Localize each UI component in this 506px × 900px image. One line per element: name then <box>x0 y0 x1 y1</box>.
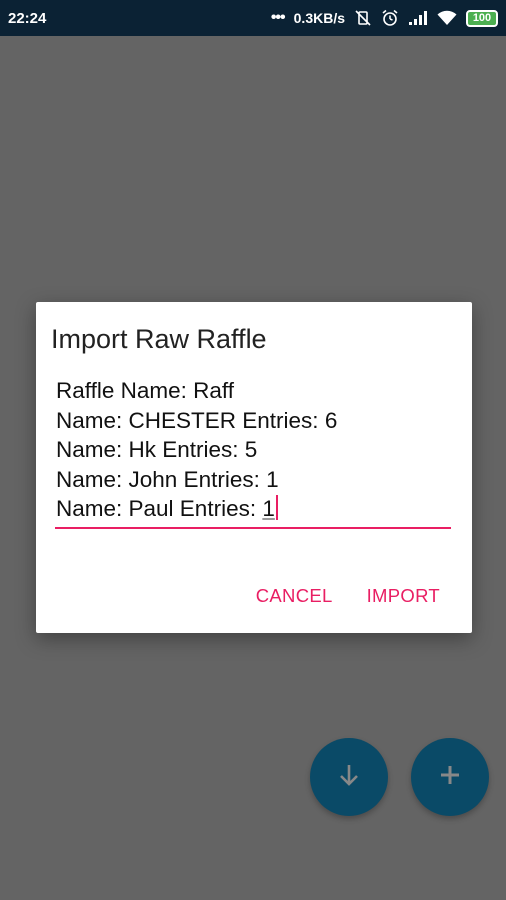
dialog-title: Import Raw Raffle <box>51 324 267 354</box>
arrow-down-icon <box>336 762 362 793</box>
text-cursor <box>275 495 278 520</box>
raffle-text-input[interactable]: Raffle Name: Raff Name: CHESTER Entries:… <box>56 376 452 524</box>
input-line: Raffle Name: Raff <box>56 378 235 403</box>
network-speed: 0.3KB/s <box>293 10 345 26</box>
alarm-icon <box>381 9 399 27</box>
import-button[interactable]: IMPORT <box>367 585 440 607</box>
plus-icon <box>439 764 461 791</box>
input-line-value: 1 <box>262 496 275 521</box>
status-time: 22:24 <box>8 9 47 27</box>
status-bar: 22:24 ••• 0.3KB/s 100 <box>0 0 506 36</box>
input-line: Name: CHESTER Entries: 6 <box>56 407 338 433</box>
input-line: Name: Hk Entries: 5 <box>56 437 258 462</box>
import-dialog: Import Raw Raffle Raffle Name: Raff Name… <box>36 302 472 633</box>
wifi-icon <box>437 10 457 26</box>
dialog-actions: CANCEL IMPORT <box>256 585 440 607</box>
add-fab[interactable] <box>411 738 489 816</box>
input-line-last: Name: Paul Entries: 1 <box>56 494 452 524</box>
cancel-button[interactable]: CANCEL <box>256 585 333 607</box>
status-icons: ••• 0.3KB/s 100 <box>271 9 498 27</box>
notification-dots: ••• <box>270 9 286 26</box>
vibrate-off-icon <box>354 9 372 27</box>
input-underline <box>55 527 451 529</box>
battery-icon: 100 <box>466 9 498 27</box>
signal-icon <box>408 10 428 26</box>
input-line-prefix: Name: Paul Entries: <box>56 496 263 521</box>
input-line: Name: John Entries: 1 <box>56 466 279 492</box>
download-fab[interactable] <box>310 738 388 816</box>
